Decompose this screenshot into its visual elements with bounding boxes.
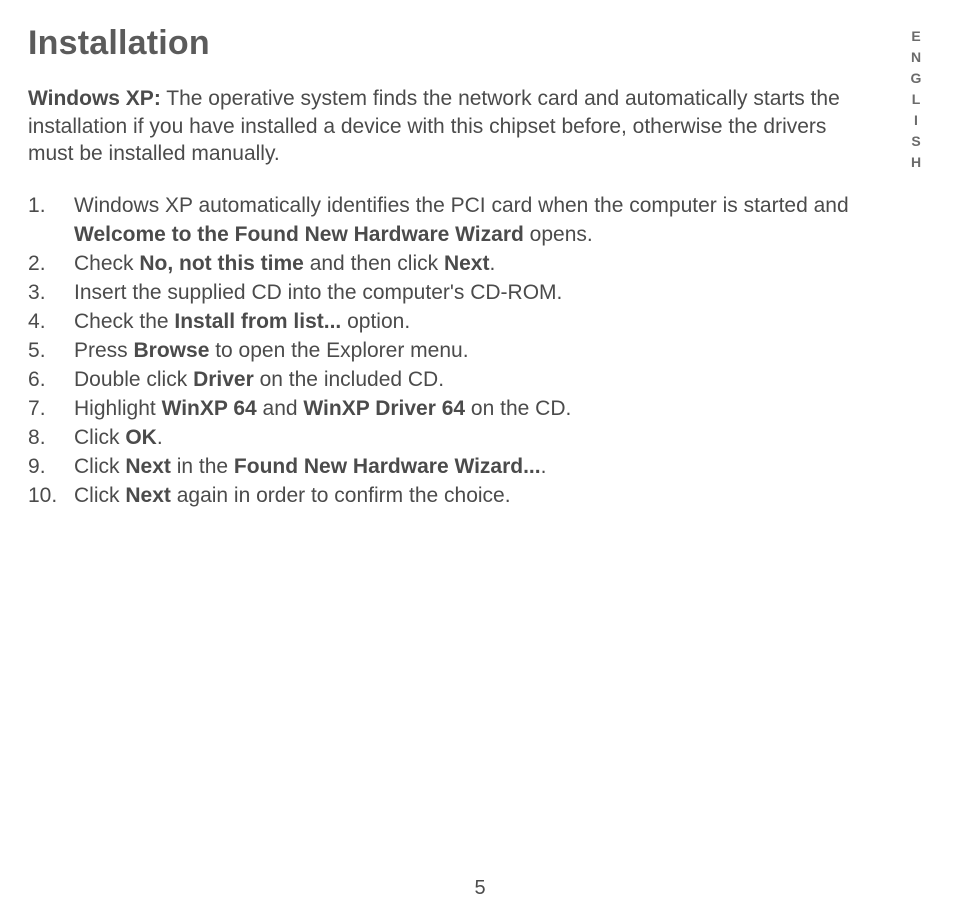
page-title: Installation (28, 24, 900, 63)
language-label: ENGLISH (908, 28, 924, 175)
intro-paragraph: Windows XP: The operative system finds t… (28, 85, 848, 168)
list-item: Insert the supplied CD into the computer… (28, 279, 900, 308)
list-item: Check No, not this time and then click N… (28, 250, 900, 279)
list-item: Press Browse to open the Explorer menu. (28, 337, 900, 366)
page-number: 5 (474, 877, 485, 900)
installation-steps: Windows XP automatically identifies the … (28, 192, 900, 511)
intro-prefix: Windows XP: (28, 87, 161, 110)
list-item: Click OK. (28, 424, 900, 453)
list-item: Double click Driver on the included CD. (28, 366, 900, 395)
list-item: Click Next in the Found New Hardware Wiz… (28, 453, 900, 482)
list-item: Highlight WinXP 64 and WinXP Driver 64 o… (28, 395, 900, 424)
list-item: Windows XP automatically identifies the … (28, 192, 900, 250)
list-item: Check the Install from list... option. (28, 308, 900, 337)
list-item: Click Next again in order to confirm the… (28, 482, 900, 511)
